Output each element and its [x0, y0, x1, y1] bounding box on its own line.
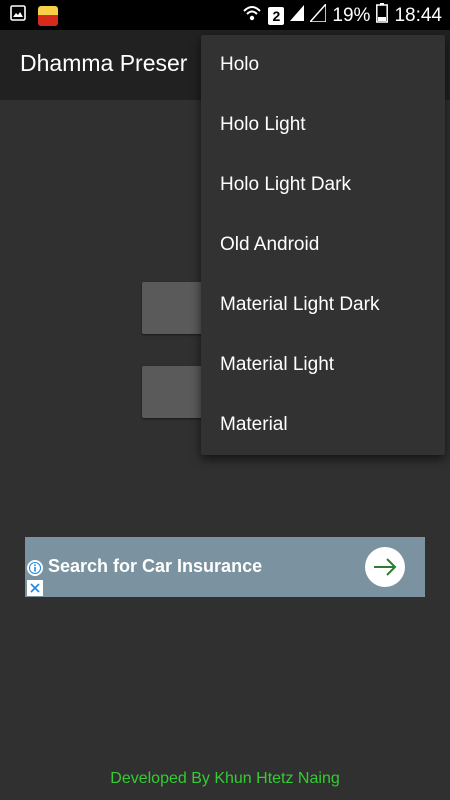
menu-item-holo[interactable]: Holo	[201, 35, 445, 95]
status-bar: 2 19% 18:44	[0, 0, 450, 30]
developer-credit: Developed By Khun Htetz Naing	[110, 770, 340, 787]
menu-item-old-android[interactable]: Old Android	[201, 215, 445, 275]
menu-item-holo-light[interactable]: Holo Light	[201, 95, 445, 155]
battery-icon	[376, 3, 389, 28]
menu-item-material[interactable]: Material	[201, 395, 445, 455]
status-right-icons: 2 19% 18:44	[242, 2, 442, 28]
app-notification-icon	[38, 5, 58, 26]
app-title: Dhamma Preser	[20, 50, 188, 76]
menu-item-holo-light-dark[interactable]: Holo Light Dark	[201, 155, 445, 215]
info-icon[interactable]	[27, 560, 43, 576]
ad-text: Search for Car Insurance	[48, 556, 263, 576]
wifi-icon	[242, 4, 262, 27]
status-left-icons	[10, 5, 58, 26]
image-icon	[10, 5, 26, 26]
signal-icon	[290, 5, 305, 26]
theme-menu: Holo Holo Light Holo Light Dark Old Andr…	[201, 35, 445, 455]
menu-item-material-light-dark[interactable]: Material Light Dark	[201, 275, 445, 335]
close-icon[interactable]	[27, 580, 43, 596]
battery-percent: 19%	[332, 4, 371, 26]
ad-banner[interactable]: Search for Car Insurance	[25, 537, 425, 597]
arrow-right-icon[interactable]	[365, 547, 405, 587]
signal-icon-2	[308, 2, 328, 27]
status-time: 18:44	[394, 4, 442, 26]
sim2-icon: 2	[268, 6, 285, 25]
menu-item-material-light[interactable]: Material Light	[201, 335, 445, 395]
